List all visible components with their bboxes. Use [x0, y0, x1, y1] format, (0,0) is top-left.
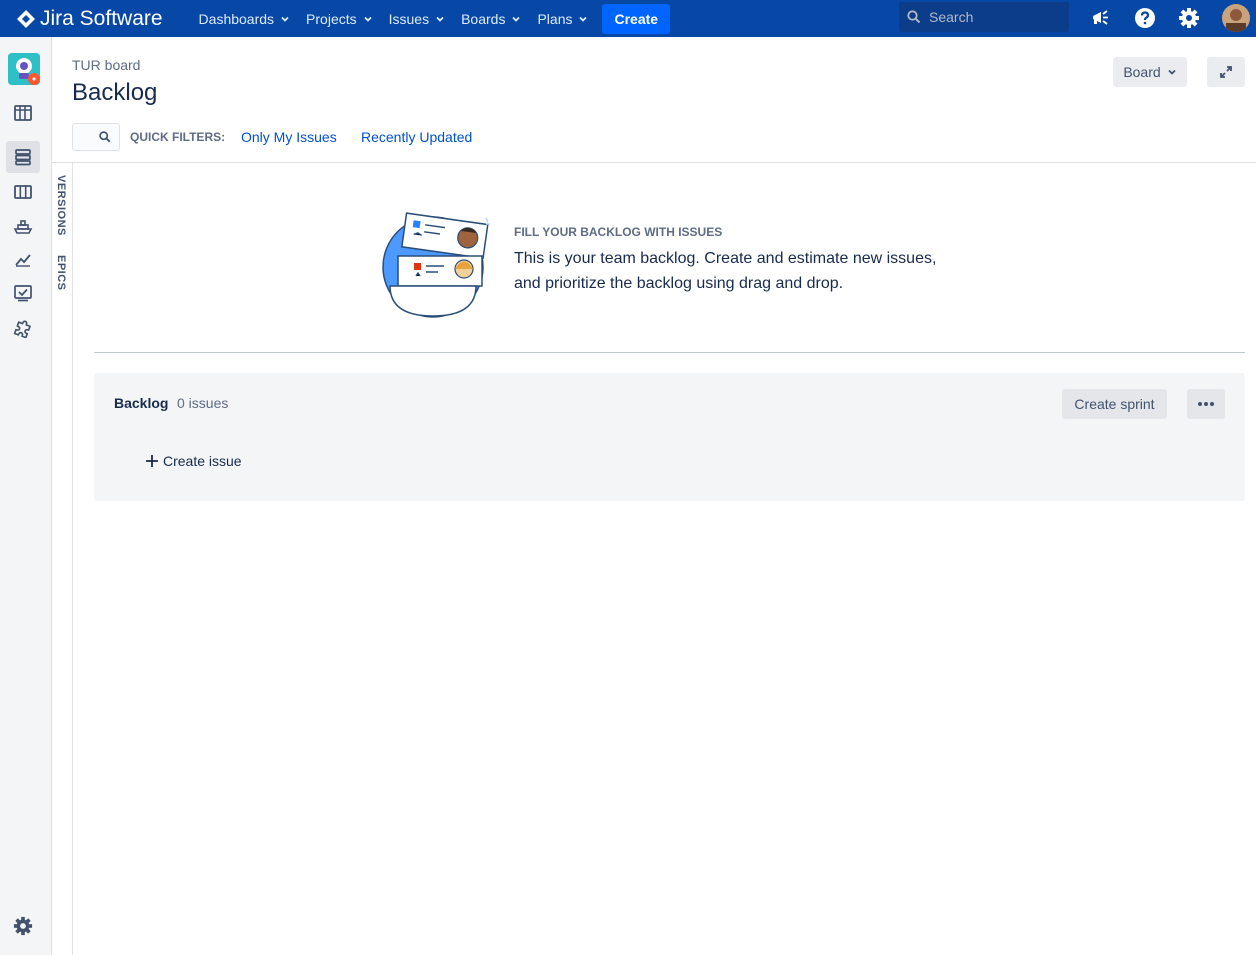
create-sprint-button[interactable]: Create sprint: [1062, 389, 1167, 419]
header-divider: [52, 162, 1256, 163]
sidebar-item-issues[interactable]: [6, 277, 40, 309]
nav-boards-label: Boards: [461, 10, 506, 27]
ship-icon: [13, 220, 33, 234]
nav-projects-label: Projects: [306, 10, 357, 27]
user-avatar-icon: [1222, 4, 1250, 32]
empty-state-heading: FILL YOUR BACKLOG WITH ISSUES: [514, 225, 723, 239]
fullscreen-button[interactable]: [1207, 57, 1245, 87]
nav-dashboards-label: Dashboards: [198, 10, 275, 27]
roadmap-icon: [14, 105, 32, 121]
help-icon: [1135, 8, 1155, 28]
user-avatar[interactable]: [1222, 4, 1250, 32]
brand-name: Jira Software: [40, 6, 163, 30]
plus-icon: [146, 455, 158, 467]
page-title: Backlog: [72, 79, 158, 106]
more-actions-button[interactable]: [1187, 389, 1225, 419]
nav-projects[interactable]: Projects: [298, 3, 381, 35]
create-button[interactable]: Create: [602, 3, 671, 34]
side-panels-strip: VERSIONS EPICS: [52, 163, 73, 955]
search-icon: [99, 131, 111, 143]
puzzle-icon: [13, 320, 32, 338]
backlog-illustration-icon: [382, 212, 490, 318]
nav-plans[interactable]: Plans: [529, 3, 596, 35]
notifications-button[interactable]: [1087, 4, 1115, 32]
versions-panel-toggle[interactable]: VERSIONS: [55, 175, 67, 236]
breadcrumb[interactable]: TUR board: [72, 57, 140, 73]
empty-state-line-1: This is your team backlog. Create and es…: [514, 250, 937, 267]
expand-icon: [1220, 66, 1232, 78]
chevron-down-icon: [436, 16, 444, 22]
search-input[interactable]: [929, 9, 1059, 25]
global-search[interactable]: [899, 2, 1069, 32]
nav-menu: Dashboards Projects Issues Boards Plans …: [191, 0, 671, 37]
backlog-issue-count: 0 issues: [177, 395, 229, 411]
quick-filter-recently-updated[interactable]: Recently Updated: [361, 129, 472, 145]
empty-state-description: This is your team backlog. Create and es…: [514, 246, 954, 296]
project-avatar[interactable]: [8, 53, 40, 85]
epics-panel-toggle[interactable]: EPICS: [55, 255, 67, 291]
sidebar-item-board[interactable]: [6, 176, 40, 208]
chevron-down-icon: [579, 16, 588, 22]
jira-diamond-icon: [17, 9, 35, 28]
backlog-title: Backlog: [114, 395, 169, 411]
help-button[interactable]: [1131, 4, 1159, 32]
board-button-label: Board: [1123, 64, 1161, 80]
jira-logo[interactable]: Jira Software: [16, 0, 163, 37]
project-sidebar: [0, 37, 52, 955]
chevron-down-icon: [1168, 69, 1176, 75]
create-issue-button[interactable]: Create issue: [146, 453, 242, 469]
sidebar-item-add-ons[interactable]: [6, 312, 40, 344]
project-avatar-icon: [8, 53, 40, 85]
nav-boards[interactable]: Boards: [453, 3, 529, 35]
board-icon: [14, 185, 32, 199]
chevron-down-icon: [512, 16, 521, 22]
section-divider: [94, 352, 1245, 353]
backlog-search-input[interactable]: [72, 123, 120, 151]
empty-state-line-2: and prioritize the backlog using drag an…: [514, 275, 844, 292]
create-issue-label: Create issue: [163, 453, 242, 469]
search-icon: [907, 10, 921, 24]
quick-filter-only-my-issues[interactable]: Only My Issues: [241, 129, 337, 145]
backlog-empty-illustration: [380, 212, 492, 320]
more-dots-icon: [1198, 402, 1214, 406]
board-dropdown-button[interactable]: Board: [1113, 57, 1187, 87]
nav-dashboards[interactable]: Dashboards: [191, 3, 299, 35]
sidebar-item-project-settings[interactable]: [6, 910, 40, 942]
chevron-down-icon: [281, 16, 289, 22]
sidebar-item-releases[interactable]: [6, 210, 40, 242]
sidebar-item-roadmap[interactable]: [6, 97, 40, 129]
issues-checklist-icon: [14, 285, 32, 302]
backlog-icon: [15, 149, 31, 166]
gear-icon: [1179, 8, 1199, 28]
sidebar-item-backlog[interactable]: [6, 141, 40, 173]
backlog-container: Backlog 0 issues Create sprint Create is…: [94, 373, 1245, 501]
top-navigation: Jira Software Dashboards Projects Issues…: [0, 0, 1256, 37]
megaphone-icon: [1093, 10, 1108, 25]
nav-plans-label: Plans: [537, 10, 573, 27]
quick-filters-label: QUICK FILTERS:: [130, 130, 226, 144]
nav-issues[interactable]: Issues: [381, 3, 453, 35]
nav-issues-label: Issues: [388, 10, 430, 27]
gear-icon: [13, 916, 33, 936]
reports-chart-icon: [15, 254, 31, 267]
settings-button[interactable]: [1175, 4, 1203, 32]
chevron-down-icon: [363, 16, 372, 22]
sidebar-item-reports[interactable]: [6, 243, 40, 275]
